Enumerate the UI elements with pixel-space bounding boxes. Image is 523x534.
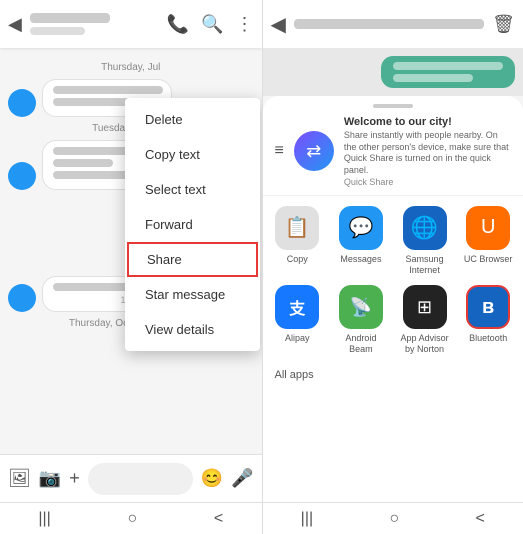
avatar: [8, 162, 36, 190]
date-label-thursday: Thursday, Jul: [8, 62, 254, 73]
uc-browser-label: UC Browser: [464, 254, 513, 265]
quick-share-section: ≡ ⇄ Welcome to our city! Share instantly…: [263, 116, 523, 196]
nav-menu-icon[interactable]: |||: [38, 510, 50, 528]
bottom-bar: 🖼 📷 + 😊 🎤: [0, 454, 262, 502]
video-icon[interactable]: 📷: [39, 468, 61, 489]
context-menu-delete[interactable]: Delete: [125, 102, 260, 137]
bubble-text: [393, 74, 473, 82]
right-chat-area: [263, 48, 523, 96]
right-nav-back-icon[interactable]: <: [475, 510, 484, 528]
left-panel: ◀ 📞 🔍 ⋮ Thursday, Jul Tuesday, Septem: [0, 0, 262, 534]
contact-name-area: [30, 13, 167, 35]
app-item-samsung-internet[interactable]: 🌐 Samsung Internet: [398, 206, 452, 276]
right-nav-home-icon[interactable]: ○: [389, 510, 399, 528]
uc-browser-icon: U: [466, 206, 510, 250]
norton-icon: ⊞: [403, 285, 447, 329]
samsung-internet-label: Samsung Internet: [398, 254, 452, 276]
back-icon[interactable]: ◀: [8, 14, 22, 35]
right-nav-menu-icon[interactable]: |||: [301, 510, 313, 528]
bluetooth-icon: ʙ: [466, 285, 510, 329]
quick-share-text: Welcome to our city! Share instantly wit…: [344, 116, 511, 187]
quick-share-icon: ⇄: [306, 141, 321, 162]
add-icon[interactable]: +: [69, 468, 80, 489]
right-back-icon[interactable]: ◀: [271, 12, 286, 37]
right-nav-bar: ||| ○ <: [263, 502, 523, 534]
sheet-menu-icon[interactable]: ≡: [275, 142, 284, 160]
context-menu-copy-text[interactable]: Copy text: [125, 137, 260, 172]
app-item-copy[interactable]: 📋 Copy: [271, 206, 325, 276]
avatar: [8, 89, 36, 117]
samsung-icon-symbol: 🌐: [411, 215, 438, 241]
android-beam-icon: 📡: [339, 285, 383, 329]
messages-app-label: Messages: [340, 254, 381, 265]
alipay-label: Alipay: [285, 333, 310, 344]
app-item-alipay[interactable]: 支 Alipay: [271, 285, 325, 355]
all-apps-label[interactable]: All apps: [275, 369, 314, 381]
header-icons: 📞 🔍 ⋮: [167, 14, 254, 35]
uc-icon-symbol: U: [481, 216, 495, 239]
nav-back-icon[interactable]: <: [214, 510, 223, 528]
delete-icon[interactable]: 🗑: [492, 14, 515, 35]
nav-home-icon[interactable]: ○: [127, 510, 137, 528]
quick-share-icon-wrap: ⇄: [294, 131, 334, 171]
copy-icon-symbol: 📋: [285, 215, 310, 240]
all-apps-row: All apps: [263, 365, 523, 389]
contact-name-placeholder: [30, 13, 110, 23]
message-input[interactable]: [88, 463, 193, 495]
app-item-bluetooth[interactable]: ʙ Bluetooth: [461, 285, 515, 355]
quick-share-description: Share instantly with people nearby. On t…: [344, 130, 511, 177]
sheet-handle: [373, 104, 413, 108]
messages-app-icon: 💬: [339, 206, 383, 250]
context-menu-star-message[interactable]: Star message: [125, 277, 260, 312]
left-nav-bar: ||| ○ <: [0, 502, 262, 534]
contact-status-placeholder: [30, 27, 85, 35]
apps-grid: 📋 Copy 💬 Messages 🌐 Samsung Internet: [263, 196, 523, 365]
avatar: [8, 284, 36, 312]
app-item-messages[interactable]: 💬 Messages: [334, 206, 388, 276]
quick-share-title: Welcome to our city!: [344, 116, 511, 128]
right-contact-name: [294, 19, 484, 29]
bubble-text: [393, 62, 503, 70]
left-header: ◀ 📞 🔍 ⋮: [0, 0, 262, 48]
bluetooth-label: Bluetooth: [469, 333, 507, 344]
android-beam-label: Android Beam: [334, 333, 388, 355]
android-beam-symbol: 📡: [350, 297, 372, 318]
search-icon[interactable]: 🔍: [201, 14, 223, 35]
norton-symbol: ⊞: [417, 297, 432, 318]
context-menu-forward[interactable]: Forward: [125, 207, 260, 242]
copy-app-icon: 📋: [275, 206, 319, 250]
right-bubble-outgoing[interactable]: [381, 56, 515, 88]
app-item-norton[interactable]: ⊞ App Advisor by Norton: [398, 285, 452, 355]
context-menu-share[interactable]: Share: [127, 242, 258, 277]
bubble-text: [53, 159, 113, 167]
context-menu-view-details[interactable]: View details: [125, 312, 260, 347]
context-menu: Delete Copy text Select text Forward Sha…: [125, 98, 260, 351]
messages-icon-symbol: 💬: [348, 215, 373, 240]
samsung-internet-icon: 🌐: [403, 206, 447, 250]
app-item-android-beam[interactable]: 📡 Android Beam: [334, 285, 388, 355]
voice-icon[interactable]: 🎤: [231, 468, 253, 489]
bubble-text: [53, 86, 163, 94]
emoji-icon[interactable]: 😊: [201, 468, 223, 489]
bluetooth-symbol: ʙ: [482, 296, 494, 319]
alipay-icon: 支: [275, 285, 319, 329]
more-icon[interactable]: ⋮: [236, 14, 254, 35]
right-panel: ◀ 🗑 ≡ ⇄ Welcome to our city! Share insta…: [263, 0, 523, 534]
image-icon[interactable]: 🖼: [8, 468, 31, 489]
right-header: ◀ 🗑: [263, 0, 523, 48]
chat-area: Thursday, Jul Tuesday, Septem 16:38: [0, 48, 262, 454]
norton-label: App Advisor by Norton: [398, 333, 452, 355]
phone-icon[interactable]: 📞: [167, 14, 189, 35]
context-menu-select-text[interactable]: Select text: [125, 172, 260, 207]
app-item-uc-browser[interactable]: U UC Browser: [461, 206, 515, 276]
share-sheet: ≡ ⇄ Welcome to our city! Share instantly…: [263, 96, 523, 502]
copy-app-label: Copy: [287, 254, 308, 265]
alipay-icon-symbol: 支: [289, 295, 305, 319]
quick-share-label: Quick Share: [344, 177, 511, 187]
